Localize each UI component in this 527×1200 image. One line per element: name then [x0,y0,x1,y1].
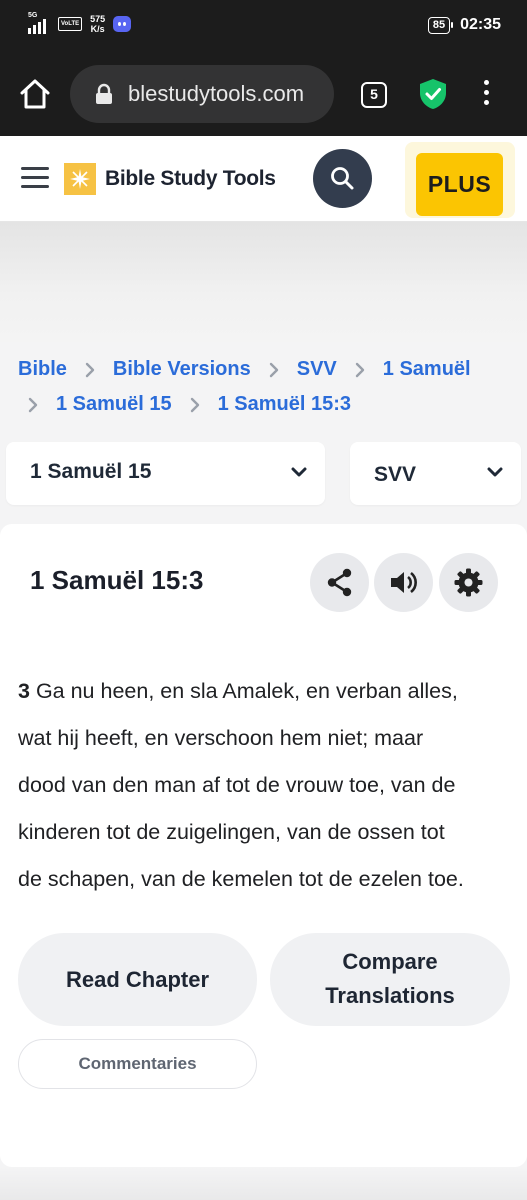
lock-icon [96,83,112,104]
browser-toolbar: blestudytools.com 5 [0,52,527,136]
version-select-value: SVV [374,463,417,486]
signal-icon: 5G [28,12,50,34]
chevron-right-icon [190,397,199,412]
speed-value: 575 [90,14,106,24]
breadcrumb-link-chapter[interactable]: 1 Samuël 15 [56,393,172,416]
discord-icon [113,16,132,32]
breadcrumb: Bible Bible Versions SVV 1 Samuël [18,358,471,381]
chapter-select-value: 1 Samuël 15 [30,460,152,483]
home-button[interactable] [18,78,52,110]
chevron-right-icon [355,362,364,377]
logo-text: Bible Study Tools [105,167,276,190]
chevron-down-icon [487,467,503,477]
speed-unit: K/s [90,24,105,34]
breadcrumb-continued: 1 Samuël 15 1 Samuël 15:3 [28,393,351,416]
share-button[interactable] [310,553,369,612]
url-text: blestudytools.com [128,81,305,106]
verse-number: 3 [18,679,30,703]
plus-highlight: PLUS [405,142,515,218]
compare-label-line1: Compare [342,949,438,974]
verse-line: dood van den man af tot de vrouw toe, va… [18,773,456,797]
verse-title: 1 Samuël 15:3 [30,565,204,595]
speaker-icon [391,571,417,594]
audio-button[interactable] [374,553,433,612]
verse-card: 1 Samuël 15:3 3 Ga nu heen, en sla Amale… [0,524,527,1167]
network-type: 5G [28,12,38,19]
chapter-select[interactable]: 1 Samuël 15 [6,442,325,505]
breadcrumb-link-bible[interactable]: Bible [18,358,67,381]
chevron-right-icon [28,397,38,412]
status-left: 5G VoLTE 575 K/s [28,12,132,34]
chevron-right-icon [85,362,95,377]
breadcrumb-link-svv[interactable]: SVV [297,358,337,381]
search-icon [331,167,354,190]
verse-line: de schapen, van de kemelen tot de ezelen… [18,867,464,891]
shield-check-icon [420,79,446,109]
site-logo[interactable]: Bible Study Tools [64,163,276,195]
tab-switcher-button[interactable]: 5 [361,82,387,108]
bottom-strip [0,1167,527,1200]
address-bar[interactable]: blestudytools.com [70,65,334,123]
browser-menu-button[interactable] [480,80,492,108]
chevron-down-icon [291,467,307,477]
settings-button[interactable] [439,553,498,612]
battery-indicator: 85 [427,16,454,34]
verse-line: wat hij heeft, en verschoon hem niet; ma… [18,726,424,750]
clock: 02:35 [460,16,501,33]
logo-mark-icon [64,163,96,195]
breadcrumb-link-book[interactable]: 1 Samuël [383,358,471,381]
hamburger-menu-icon[interactable] [21,167,49,189]
volte-badge: VoLTE [58,17,83,31]
ad-banner-area [0,222,527,342]
site-header: Bible Study Tools PLUS [0,136,527,222]
gear-icon [454,568,483,597]
plus-button[interactable]: PLUS [416,153,503,216]
status-right: 85 02:35 [427,16,501,34]
search-button[interactable] [313,149,372,208]
verse-line: 3 Ga nu heen, en sla Amalek, en verban a… [18,668,510,715]
compare-label-line2: Translations [325,983,455,1008]
breadcrumb-link-versions[interactable]: Bible Versions [113,358,251,381]
verse-text: 3 Ga nu heen, en sla Amalek, en verban a… [18,668,510,903]
home-icon [20,79,50,109]
compare-translations-button[interactable]: Compare Translations [270,933,510,1026]
share-icon [327,568,352,597]
network-speed: 575 K/s [90,14,105,34]
chevron-right-icon [269,362,278,377]
version-select[interactable]: SVV [350,442,521,505]
status-bar: 5G VoLTE 575 K/s 85 02:35 [0,0,527,52]
verse-line-text: Ga nu heen, en sla Amalek, en verban all… [29,679,458,703]
verse-line: kinderen tot de zuigelingen, van de osse… [18,820,445,844]
read-chapter-button[interactable]: Read Chapter [18,933,257,1026]
commentaries-button[interactable]: Commentaries [18,1039,257,1089]
shield-button[interactable] [419,78,447,110]
breadcrumb-link-verse[interactable]: 1 Samuël 15:3 [218,393,351,416]
